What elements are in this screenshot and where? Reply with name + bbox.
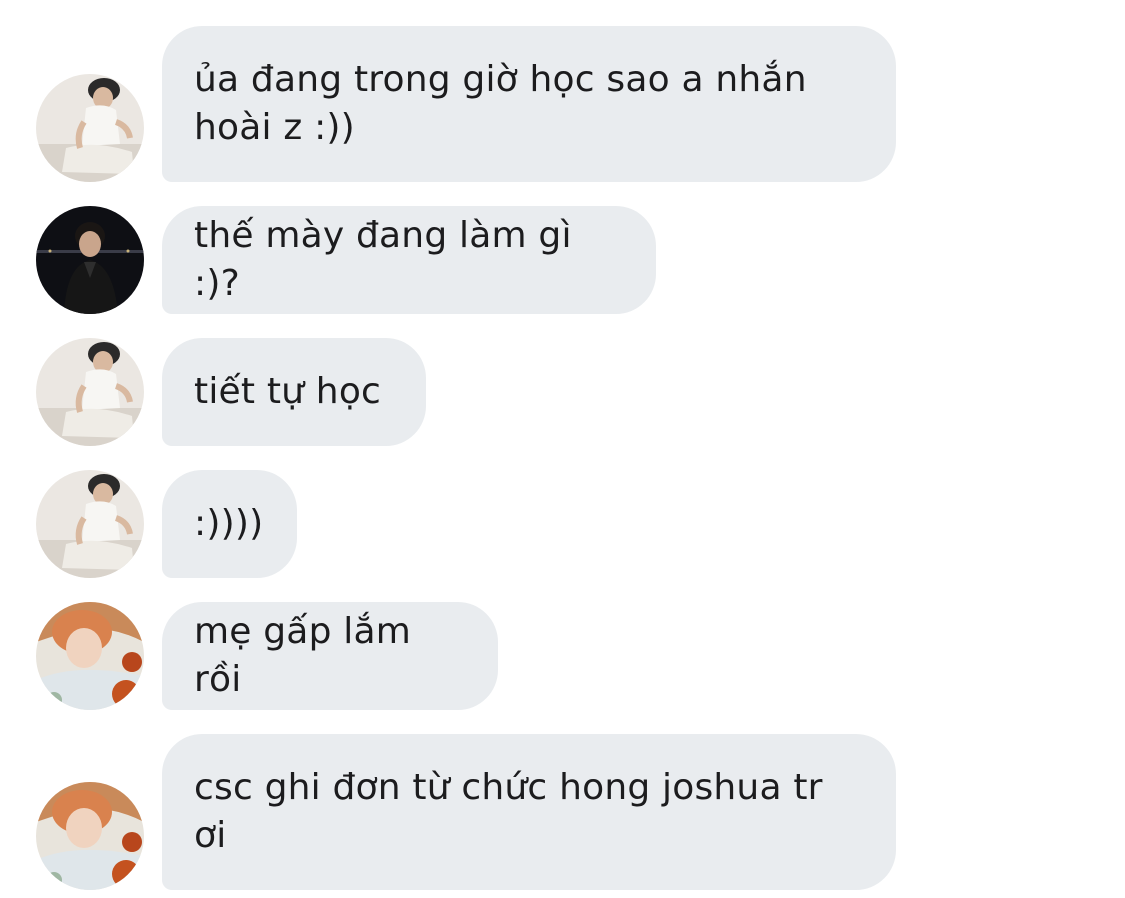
avatar-white-shirt-icon[interactable] [36, 338, 144, 446]
avatar-orange-hair-icon[interactable] [36, 602, 144, 710]
message-bubble[interactable]: mẹ gấp lắm rồi [162, 602, 498, 710]
message-bubble[interactable]: tiết tự học [162, 338, 426, 446]
message-text: thế mày đang làm gì :)? [194, 215, 584, 304]
message-text: tiết tự học [194, 371, 382, 412]
message-row: csc ghi đơn từ chức hong joshua tr ơi [0, 734, 1125, 890]
message-row: tiết tự học [0, 338, 1125, 446]
avatar-white-shirt-icon[interactable] [36, 74, 144, 182]
avatar-dark-night-icon[interactable] [36, 206, 144, 314]
avatar-white-shirt-icon[interactable] [36, 470, 144, 578]
message-row: thế mày đang làm gì :)? [0, 206, 1125, 314]
avatar-orange-hair-icon[interactable] [36, 782, 144, 890]
message-row: mẹ gấp lắm rồi [0, 602, 1125, 710]
message-text: ủa đang trong giờ học sao a nhắn hoài z … [194, 59, 807, 148]
message-thread: ủa đang trong giờ học sao a nhắn hoài z … [0, 0, 1125, 898]
message-bubble[interactable]: ủa đang trong giờ học sao a nhắn hoài z … [162, 26, 896, 182]
message-row: ủa đang trong giờ học sao a nhắn hoài z … [0, 26, 1125, 182]
message-row: :)))) [0, 470, 1125, 578]
message-text: mẹ gấp lắm rồi [194, 611, 423, 700]
message-text: csc ghi đơn từ chức hong joshua tr ơi [194, 767, 823, 856]
message-bubble[interactable]: thế mày đang làm gì :)? [162, 206, 656, 314]
message-bubble[interactable]: csc ghi đơn từ chức hong joshua tr ơi [162, 734, 896, 890]
message-bubble[interactable]: :)))) [162, 470, 297, 578]
message-text: :)))) [194, 503, 264, 544]
